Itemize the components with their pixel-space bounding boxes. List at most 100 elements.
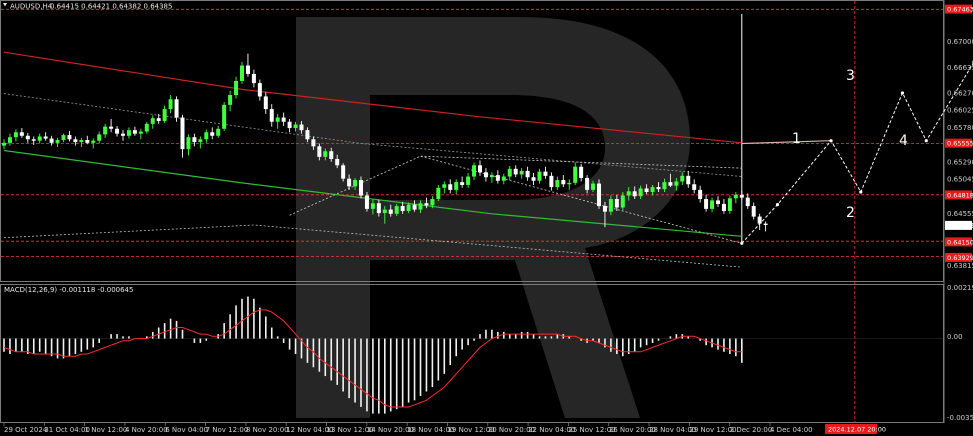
candle-bull xyxy=(138,131,143,134)
candle-bull xyxy=(186,137,191,150)
candle-bull xyxy=(323,151,328,157)
candle-bull xyxy=(168,99,173,110)
price-tick-label: 0.66025 xyxy=(947,107,973,115)
price-tag-text: 0.64385 xyxy=(947,222,973,230)
price-tick-label: 0.66270 xyxy=(947,89,973,97)
candle-bear xyxy=(132,130,137,134)
candle-bear xyxy=(329,151,334,159)
time-tick-label: 31 Oct 04:00 xyxy=(44,426,90,434)
candle-bull xyxy=(507,168,512,177)
price-tick-label: 0.63815 xyxy=(947,262,973,270)
forecast-point xyxy=(775,203,780,207)
candle-bear xyxy=(245,65,250,74)
candle-bear xyxy=(19,132,24,136)
candle-bear xyxy=(67,135,72,140)
candle-bull xyxy=(2,142,6,146)
candle-bull xyxy=(489,175,494,178)
candle-bull xyxy=(501,176,506,181)
candle-bear xyxy=(364,195,369,209)
price-tick-label: 0.66635 xyxy=(947,64,973,72)
candle-bear xyxy=(478,165,482,173)
candle-bull xyxy=(222,104,227,129)
wave-label-3: 3 xyxy=(846,68,855,84)
candle-bull xyxy=(79,140,84,143)
candle-bull xyxy=(370,203,375,209)
time-tick-label: 8 Nov 20:00 xyxy=(246,426,289,434)
price-tick-label: 0.65780 xyxy=(947,124,973,132)
candle-bull xyxy=(382,209,387,214)
candle-bear xyxy=(121,133,125,136)
macd-scale-zero: 0.00 xyxy=(947,333,963,341)
candle-bear xyxy=(495,175,500,181)
candle-bear xyxy=(359,180,363,196)
wave-label-4: 4 xyxy=(899,133,908,149)
candle-bear xyxy=(400,206,405,211)
candle-bear xyxy=(115,128,120,134)
candle-bear xyxy=(257,83,262,97)
time-tick-label: 1 Nov 12:00 xyxy=(85,426,128,434)
candle-bear xyxy=(448,184,453,190)
candle-bull xyxy=(727,198,732,211)
candle-bull xyxy=(555,180,560,188)
candle-bull xyxy=(275,117,280,122)
candle-bull xyxy=(144,123,149,132)
candle-bear xyxy=(388,209,393,214)
candle-bull xyxy=(162,109,167,122)
candle-bear xyxy=(174,99,179,118)
candle-bear xyxy=(460,182,465,185)
wave-label-2: 2 xyxy=(846,205,855,221)
candle-bull xyxy=(37,136,42,141)
chart-header: AUDUSD,H4 0.64415 0.64421 0.64382 0.6438… xyxy=(3,3,172,11)
candle-bull xyxy=(466,176,471,185)
candle-bull xyxy=(650,187,655,192)
candle-bull xyxy=(591,183,596,190)
time-tick-label: 2 Dec 20:00 xyxy=(730,426,773,434)
forecast-point xyxy=(829,139,833,143)
candle-bull xyxy=(573,166,578,183)
candle-bull xyxy=(662,182,667,190)
candle-bull xyxy=(103,126,108,135)
candle-bear xyxy=(656,187,661,190)
time-tick-label: 7 Nov 12:00 xyxy=(206,426,249,434)
time-tag: 2024.12.07 20:00 xyxy=(825,424,886,434)
candle-bull xyxy=(406,204,411,211)
time-tag-text: 2024.12.07 20:00 xyxy=(828,426,886,434)
price-tag-text: 0.67463 xyxy=(947,6,973,14)
ohlc-readout: 0.64415 0.64421 0.64382 0.64385 xyxy=(50,3,172,11)
candle-bear xyxy=(412,204,417,210)
candle-bull xyxy=(228,95,233,105)
candle-bull xyxy=(91,140,96,143)
candle-bull xyxy=(234,80,239,96)
candle-bull xyxy=(710,200,715,209)
candle-bear xyxy=(281,117,286,122)
price-tag-text: 0.65555 xyxy=(947,140,973,148)
candle-bull xyxy=(55,140,60,143)
candle-bear xyxy=(31,139,36,141)
candle-bear xyxy=(686,175,691,185)
candle-bear xyxy=(335,158,340,166)
candle-bull xyxy=(126,130,131,136)
candle-bull xyxy=(472,165,477,177)
candle-bear xyxy=(721,203,726,211)
trading-chart[interactable]: 0.67000 0.66635 0.66270 0.66025 0.65780 0.652… xyxy=(0,0,973,436)
candle-bear xyxy=(483,172,488,178)
candle-bear xyxy=(704,199,709,209)
time-tick-label: 4 Dec 04:00 xyxy=(770,426,813,434)
candle-bear xyxy=(210,132,215,136)
candle-bear xyxy=(49,138,54,143)
candle-bull xyxy=(537,171,542,181)
candle-bear xyxy=(263,96,268,110)
candle-bull xyxy=(198,139,203,143)
price-tag-text: 0.64150 xyxy=(947,238,973,246)
candle-bear xyxy=(739,194,744,198)
candle-bear xyxy=(73,139,78,143)
candle-bull xyxy=(13,132,18,138)
candle-bull xyxy=(204,132,209,140)
candle-bear xyxy=(347,178,352,187)
candle-bull xyxy=(454,182,459,190)
candle-bull xyxy=(150,118,155,124)
candle-bear xyxy=(317,146,322,157)
candle-bear xyxy=(525,170,530,178)
candle-bear xyxy=(376,203,381,214)
candle-bull xyxy=(733,194,738,199)
